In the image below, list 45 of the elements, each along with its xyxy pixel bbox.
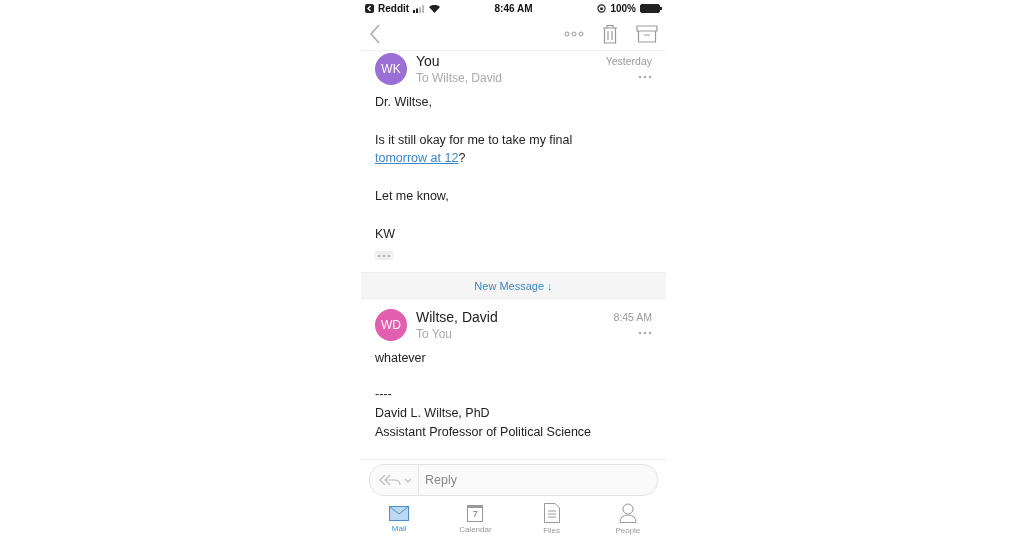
message-time: 8:45 AM	[613, 311, 652, 323]
more-icon[interactable]	[638, 331, 652, 335]
tab[interactable]: Mail	[369, 505, 430, 533]
sender-name: Wiltse, David	[416, 309, 498, 325]
new-message-bar[interactable]: New Message ↓	[361, 272, 666, 299]
orientation-lock-icon	[597, 4, 607, 13]
more-icon[interactable]	[564, 30, 584, 37]
reply-box[interactable]: Reply	[369, 464, 658, 496]
back-app-icon[interactable]	[365, 4, 374, 13]
message-time: Yesterday	[605, 55, 652, 67]
wifi-icon	[429, 4, 441, 13]
message-paragraph: Is it still okay for me to take my final tomorrow at 12?	[375, 132, 574, 167]
battery-percent: 100%	[610, 3, 636, 14]
mail-icon	[389, 505, 410, 521]
message-paragraph: Let me know,	[375, 188, 450, 205]
more-icon	[377, 253, 391, 258]
signature-line: ----	[375, 386, 393, 403]
more-icon[interactable]	[638, 75, 652, 79]
recipients: To You	[416, 327, 453, 341]
message-paragraph: KW	[375, 226, 397, 243]
trash-icon[interactable]	[602, 23, 618, 44]
calendar-icon: 7	[467, 504, 484, 522]
person-icon	[618, 503, 637, 523]
message-paragraph: whatever	[375, 350, 427, 367]
sender-name: You	[416, 53, 440, 69]
tab[interactable]: 7 Calendar	[445, 504, 506, 534]
back-icon[interactable]	[369, 23, 381, 44]
battery-icon	[640, 4, 662, 13]
tab[interactable]: People	[597, 503, 658, 535]
archive-icon[interactable]	[636, 24, 658, 43]
date-link[interactable]: tomorrow at 12	[375, 151, 459, 165]
reply-field[interactable]: Reply	[425, 467, 657, 493]
signature-line: David L. Wiltse, PhD	[375, 405, 491, 422]
back-app-label[interactable]: Reddit	[378, 3, 410, 14]
signal-icon	[413, 4, 426, 13]
avatar: WD	[375, 309, 407, 341]
reply-all-icon[interactable]	[378, 465, 419, 495]
document-icon	[543, 503, 560, 523]
recipients: To Wiltse, David	[416, 71, 503, 85]
status-time: 8:46 AM	[494, 3, 533, 14]
tab[interactable]: Files	[521, 503, 582, 535]
signature-line: Assistant Professor of Political Science	[375, 424, 593, 441]
avatar: WK	[375, 53, 407, 85]
message-paragraph: Dr. Wiltse,	[375, 94, 433, 111]
show-quoted-button[interactable]	[375, 251, 393, 260]
